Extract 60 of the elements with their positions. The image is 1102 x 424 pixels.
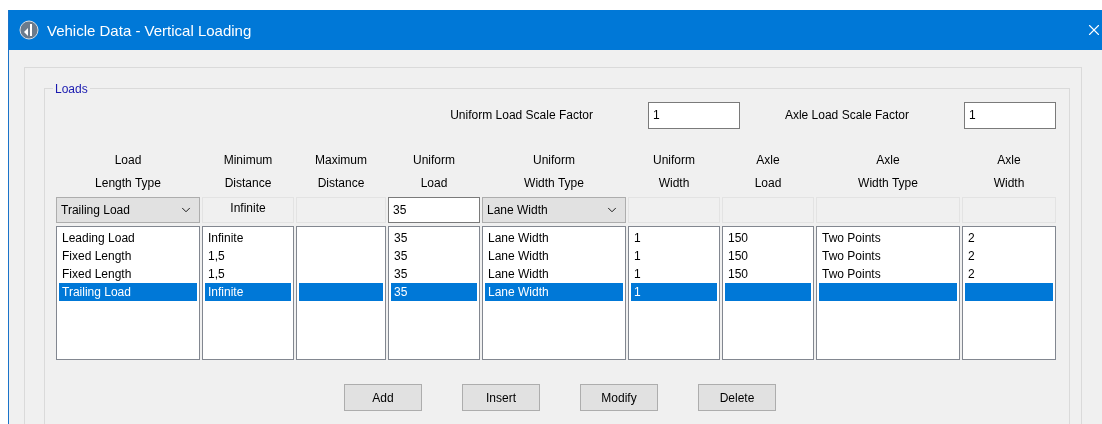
list-item[interactable]: 1 [631,229,717,247]
action-button[interactable]: Modify [580,384,658,411]
column-header: Load Length Type [94,152,162,189]
list-item[interactable]: 2 [965,229,1053,247]
field-label: Uniform Load Scale Factor [450,108,593,122]
list-item[interactable]: 1,5 [205,265,291,283]
column-header: Uniform Width [652,152,696,189]
list-item[interactable]: Leading Load [59,229,197,247]
list-item[interactable]: Lane Width [485,229,623,247]
list-item[interactable]: 1,5 [205,247,291,265]
list-item[interactable]: Lane Width [485,283,623,301]
list-item[interactable]: Trailing Load [59,283,197,301]
list-item[interactable]: Fixed Length [59,265,197,283]
list-item[interactable]: 150 [725,229,811,247]
list-item[interactable]: 1 [631,283,717,301]
list-item[interactable]: Lane Width [485,265,623,283]
column-header: Maximum Distance [314,152,368,189]
list-item[interactable]: Lane Width [485,247,623,265]
column-header: Axle Width [992,152,1026,189]
window-title: Vehicle Data - Vertical Loading [47,21,253,39]
column-header: Axle Load [753,152,783,189]
list-item[interactable]: Infinite [205,229,291,247]
field-label: Axle Load Scale Factor [784,108,909,122]
column-header: Uniform Load [412,152,456,189]
list-item[interactable]: 1 [631,265,717,283]
list-item[interactable]: Two Points [819,265,957,283]
action-button[interactable]: Delete [698,384,776,411]
list-item[interactable]: 35 [391,229,477,247]
column-header: Axle Width Type [857,152,919,189]
group-title: Loads [53,82,90,96]
list-box[interactable]: Infinite 1,5 1,5 Infinite [202,226,294,360]
list-item[interactable]: Fixed Length [59,247,197,265]
list-item[interactable]: Two Points [819,247,957,265]
list-box[interactable]: 1 1 1 1 [628,226,720,360]
list-box[interactable]: 35 35 35 35 [388,226,480,360]
list-item[interactable]: 35 [391,247,477,265]
list-item[interactable]: 150 [725,265,811,283]
dropdown[interactable]: Lane Width [482,197,626,223]
action-button[interactable]: Insert [462,384,540,411]
column-header: Uniform Width Type [523,152,585,189]
list-box[interactable]: Lane Width Lane Width Lane Width Lane Width [482,226,626,360]
list-item[interactable]: Two Points [819,229,957,247]
list-item[interactable]: 1 [631,247,717,265]
list-item[interactable]: 2 [965,247,1053,265]
list-item[interactable]: 2 [965,265,1053,283]
column-header: Minimum Distance [222,152,274,189]
value-input[interactable]: 35 [388,197,480,223]
list-box[interactable]: 2 2 2 [962,226,1056,360]
readonly-field: Infinite [202,197,294,223]
list-box[interactable]: Two Points Two Points Two Points [816,226,960,360]
list-item[interactable]: 35 [391,265,477,283]
list-box[interactable]: Leading Load Fixed Length Fixed Length Trailing Load [56,226,200,360]
list-item[interactable]: 35 [391,283,477,301]
list-item[interactable]: Infinite [205,283,291,301]
scale-factor-input[interactable]: 1 [647,101,740,129]
scale-factor-input[interactable]: 1 [964,101,1056,129]
dropdown[interactable]: Trailing Load [56,197,200,223]
list-box[interactable]: 150 150 150 [722,226,814,360]
action-button[interactable]: Add [344,384,422,411]
list-item[interactable]: 150 [725,247,811,265]
